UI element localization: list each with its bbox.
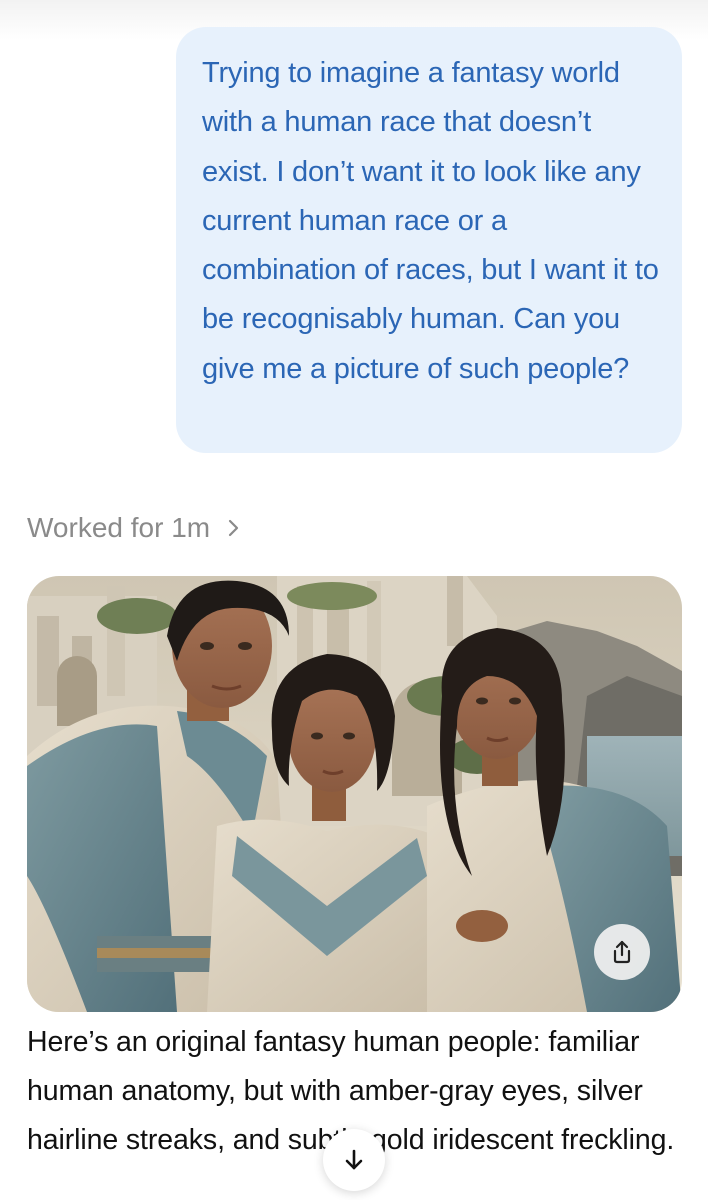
generated-image[interactable]	[27, 576, 682, 1012]
fantasy-people-illustration	[27, 576, 682, 1012]
scroll-to-bottom-button[interactable]	[323, 1129, 385, 1191]
share-icon	[613, 940, 631, 964]
share-button[interactable]	[594, 924, 650, 980]
worked-for-toggle[interactable]: Worked for 1m	[27, 508, 244, 548]
chevron-right-icon	[228, 519, 239, 537]
arrow-down-icon	[345, 1149, 363, 1170]
user-message-bubble: Trying to imagine a fantasy world with a…	[176, 27, 682, 453]
chat-page: Trying to imagine a fantasy world with a…	[0, 0, 708, 1200]
worked-for-label: Worked for 1m	[27, 512, 211, 543]
user-message-text: Trying to imagine a fantasy world with a…	[202, 57, 659, 385]
